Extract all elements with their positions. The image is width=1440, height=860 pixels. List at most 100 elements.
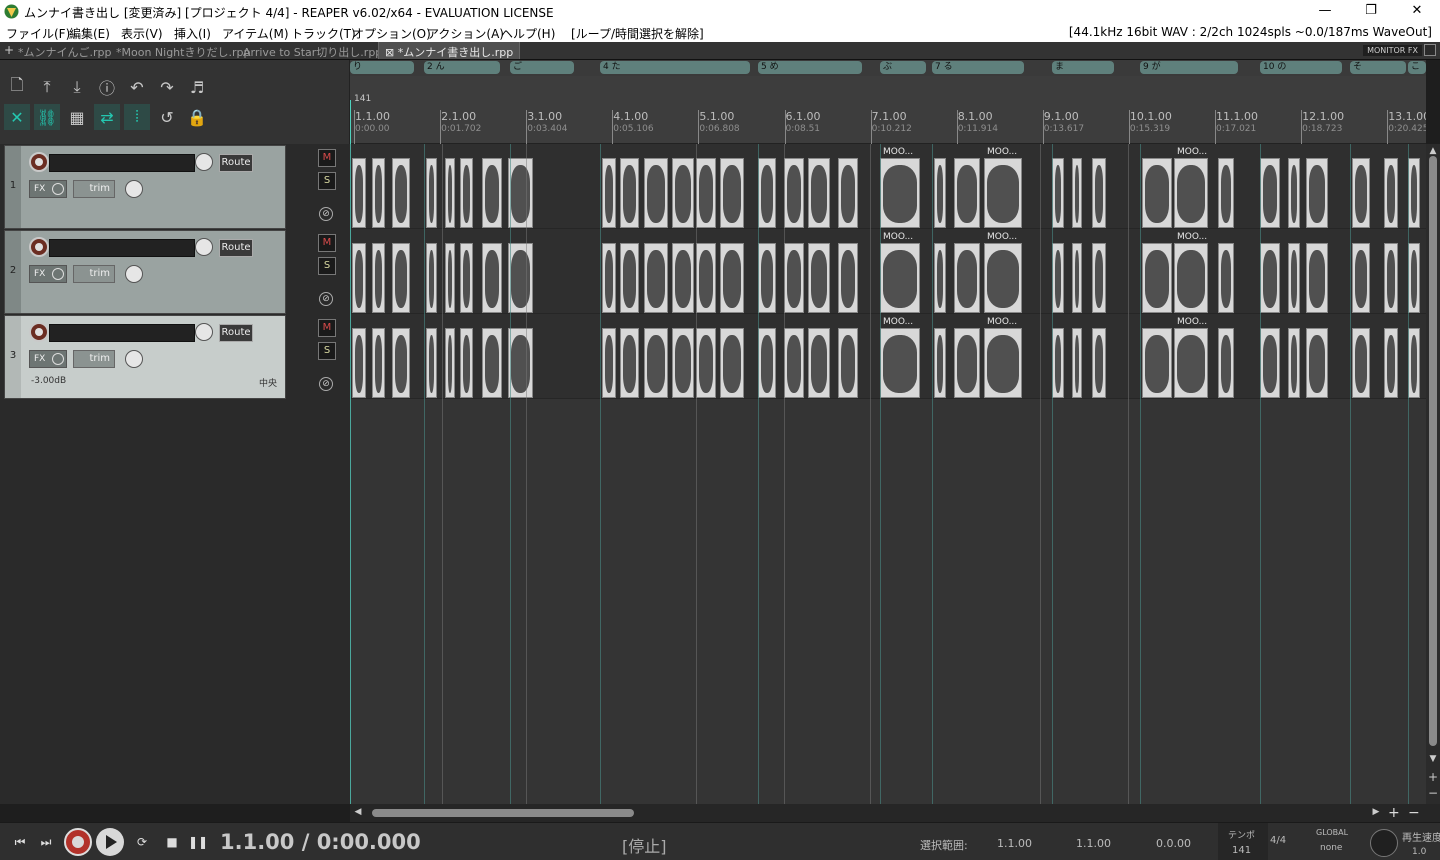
media-item[interactable] [602, 243, 616, 313]
media-item[interactable]: MOO... [1174, 317, 1208, 398]
media-item[interactable] [508, 328, 533, 398]
media-item[interactable] [1288, 158, 1300, 228]
record-arm-button[interactable] [29, 152, 49, 172]
horizontal-scrollbar[interactable]: ◀ ▶ + − [350, 804, 1440, 822]
vertical-scrollbar[interactable]: ▲ ▼ + − [1426, 144, 1440, 804]
media-item[interactable] [672, 328, 694, 398]
media-item[interactable] [602, 328, 616, 398]
record-arm-button[interactable] [29, 322, 49, 342]
route-button[interactable]: Route [219, 154, 253, 172]
media-item[interactable]: MOO... [984, 317, 1022, 398]
solo-button[interactable]: S [318, 257, 336, 275]
media-item[interactable]: MOO... [880, 232, 920, 313]
redo-icon[interactable]: ↷ [154, 74, 180, 100]
media-item[interactable] [372, 328, 385, 398]
region-marker[interactable]: ぶ [880, 61, 926, 74]
position-readout[interactable]: 1.1.00 / 0:00.000 [220, 830, 421, 854]
media-item[interactable] [808, 328, 830, 398]
media-item[interactable] [445, 328, 455, 398]
media-item[interactable] [1218, 243, 1234, 313]
mute-button[interactable]: M [318, 149, 336, 167]
vertical-scroll-thumb[interactable] [1429, 156, 1437, 746]
media-item[interactable] [696, 243, 716, 313]
grid-icon[interactable]: ▦ [64, 104, 90, 130]
media-item[interactable]: MOO... [880, 317, 920, 398]
region-marker[interactable]: り [350, 61, 414, 74]
region-marker[interactable]: そ [1350, 61, 1406, 74]
playrate-value[interactable]: 1.0 [1412, 847, 1426, 857]
media-item[interactable] [696, 328, 716, 398]
media-item[interactable] [352, 328, 366, 398]
metronome-icon[interactable]: ♬ [184, 74, 210, 100]
record-arm-button[interactable] [29, 237, 49, 257]
fx-button[interactable]: FX [29, 350, 67, 368]
media-item[interactable] [808, 243, 830, 313]
region-lane[interactable]: り 2 んご 4 た 5 め ぶ 7 る ま 9 が 10 のそこ [350, 60, 1426, 76]
new-project-icon[interactable]: 🗋 [4, 74, 30, 100]
track-name-field[interactable] [49, 154, 195, 172]
media-item[interactable] [1352, 243, 1370, 313]
pan-knob[interactable] [125, 180, 143, 198]
save-project-icon[interactable]: ⤓ [64, 74, 90, 100]
media-item[interactable] [1352, 328, 1370, 398]
selection-start[interactable]: 1.1.00 [997, 837, 1032, 850]
global-automation-label[interactable]: GLOBAL [1316, 828, 1348, 837]
media-item[interactable] [445, 243, 455, 313]
zoom-out-horizontal-icon[interactable]: − [1408, 805, 1420, 821]
media-item[interactable] [426, 243, 437, 313]
scroll-up-icon[interactable]: ▲ [1428, 146, 1438, 156]
media-item[interactable] [1260, 243, 1280, 313]
media-item[interactable] [445, 158, 455, 228]
region-marker[interactable]: 7 る [932, 61, 1024, 74]
open-project-icon[interactable]: ⤒ [34, 74, 60, 100]
fx-bypass-icon[interactable] [52, 268, 64, 280]
media-item[interactable] [392, 243, 410, 313]
tempo-box[interactable]: テンポ 141 [1218, 823, 1268, 860]
media-item[interactable] [720, 243, 744, 313]
monitor-fx-button[interactable]: MONITOR FX [1363, 45, 1422, 56]
region-marker[interactable]: 4 た [600, 61, 750, 74]
region-marker[interactable]: 5 め [758, 61, 862, 74]
fx-bypass-icon[interactable] [52, 353, 64, 365]
media-item[interactable] [1092, 243, 1106, 313]
media-item[interactable] [372, 243, 385, 313]
media-item[interactable]: MOO... [880, 147, 920, 228]
media-item[interactable] [1384, 328, 1398, 398]
media-item[interactable]: MOO... [984, 232, 1022, 313]
media-item[interactable] [1052, 158, 1064, 228]
media-item[interactable] [1218, 328, 1234, 398]
track-panel[interactable]: 1 Route FX trim [4, 145, 286, 229]
item-grouping-icon[interactable]: ⇄ [94, 104, 120, 130]
project-tab-active[interactable]: ⊠ *ムンナイ書き出し.rpp [378, 42, 521, 59]
menu-actions[interactable]: アクション(A) [427, 25, 504, 42]
media-item[interactable] [1306, 158, 1328, 228]
info-icon[interactable]: ⓘ [94, 74, 120, 100]
media-item[interactable] [508, 243, 533, 313]
phase-invert-icon[interactable]: ⊘ [319, 292, 333, 306]
selection-end[interactable]: 1.1.00 [1076, 837, 1111, 850]
media-item[interactable] [644, 328, 668, 398]
media-item[interactable] [1408, 243, 1420, 313]
media-item[interactable] [1288, 243, 1300, 313]
loop-icon[interactable]: ↺ [154, 104, 180, 130]
menu-view[interactable]: 表示(V) [121, 25, 163, 42]
phase-invert-icon[interactable]: ⊘ [319, 377, 333, 391]
media-item[interactable] [696, 158, 716, 228]
selection-length[interactable]: 0.0.00 [1156, 837, 1191, 850]
record-button[interactable] [64, 828, 92, 856]
volume-knob[interactable] [195, 323, 213, 341]
media-item[interactable] [460, 243, 473, 313]
media-item[interactable] [934, 328, 946, 398]
region-marker[interactable]: 9 が [1140, 61, 1238, 74]
media-item[interactable] [460, 158, 473, 228]
media-item[interactable] [954, 158, 980, 228]
media-item[interactable]: MOO... [1174, 147, 1208, 228]
pan-knob[interactable] [125, 265, 143, 283]
media-item[interactable] [808, 158, 830, 228]
fx-bypass-icon[interactable] [52, 183, 64, 195]
link-icon[interactable]: ⛓ [34, 104, 60, 130]
maximize-button[interactable]: ❐ [1348, 0, 1394, 22]
media-item[interactable] [1408, 158, 1420, 228]
zoom-in-vertical-icon[interactable]: + [1428, 770, 1438, 784]
repeat-icon[interactable]: ⟳ [130, 831, 154, 853]
